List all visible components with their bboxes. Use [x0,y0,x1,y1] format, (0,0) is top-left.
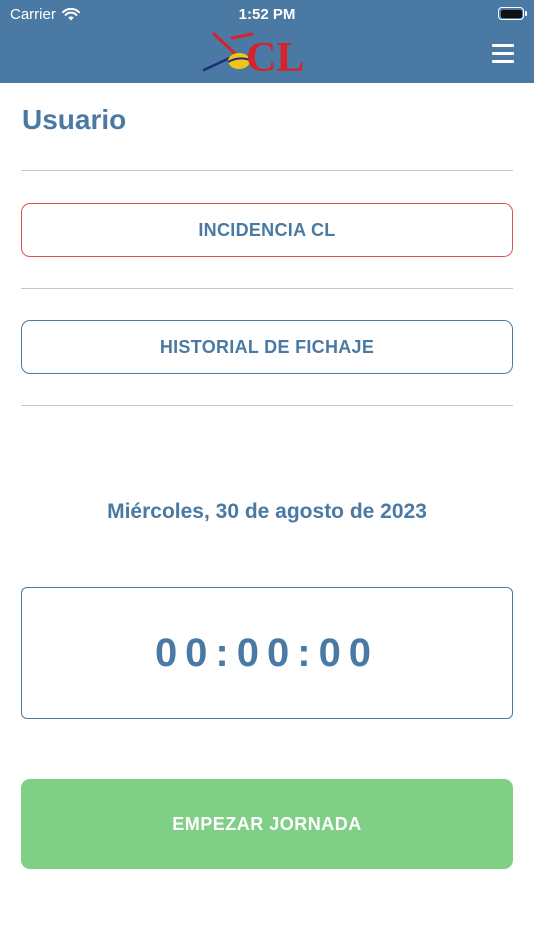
status-bar: Carrier 1:52 PM [0,0,534,28]
status-time: 1:52 PM [238,6,296,23]
cl-logo: CL [202,32,304,76]
divider [21,405,513,406]
start-workday-label: EMPEZAR JORNADA [172,813,362,834]
page-title: Usuario [22,104,127,135]
historial-button[interactable]: HISTORIAL DE FICHAJE [21,320,513,374]
top-bar: Carrier 1:52 PM CL [0,0,534,83]
timer-value: 00:00:00 [154,630,380,675]
incidencia-button[interactable]: INCIDENCIA CL [21,203,513,257]
timer-box: 00:00:00 [21,587,513,719]
divider [21,288,513,289]
menu-icon[interactable] [492,44,514,63]
current-date: Miércoles, 30 de agosto de 2023 [107,500,427,523]
start-workday-button[interactable]: EMPEZAR JORNADA [21,779,513,869]
divider [21,170,513,171]
historial-label: HISTORIAL DE FICHAJE [159,336,375,357]
incidencia-label: INCIDENCIA CL [198,219,336,240]
battery-icon [498,7,527,20]
logo-text: CL [246,35,304,76]
